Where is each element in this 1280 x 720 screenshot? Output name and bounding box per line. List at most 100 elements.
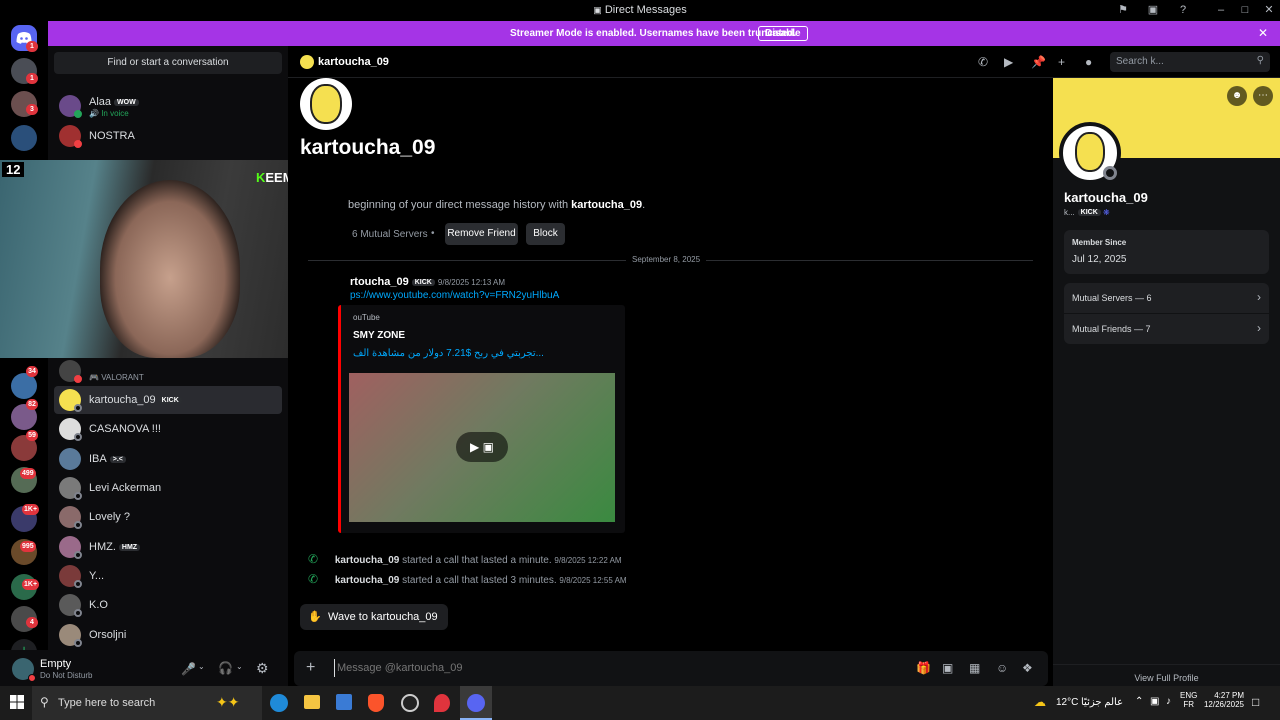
notifications-icon[interactable]: □ [1252,695,1259,709]
badge: 1K+ [22,504,40,515]
tray-chevron-icon[interactable]: ⌃ [1135,696,1143,707]
add-friend-icon[interactable]: ☻ [1227,86,1247,106]
weather-temp[interactable]: 12°C [1056,697,1078,708]
dm-sub: 🔊 In voice [89,109,129,118]
add-friends-icon[interactable]: + [1058,55,1065,69]
windows-start-icon[interactable] [10,695,24,709]
chevron-right-icon: › [1257,290,1261,304]
mutual-servers-link[interactable]: 6 Mutual Servers [352,229,428,240]
dm-item[interactable]: HMZ. HMZ [54,533,282,561]
chevron-right-icon: › [1257,321,1261,335]
network-icon[interactable]: ▣ [1150,696,1159,707]
play-icon[interactable]: ▶ ▣ [456,432,508,462]
phone-icon: ✆ [308,572,319,586]
message-author[interactable]: rtoucha_09 KICK 9/8/2025 12:13 AM [350,276,505,288]
message-input[interactable] [334,659,874,677]
dm-name: CASANOVA !!! [89,423,161,435]
title-bar: ▣ Direct Messages ⚑ ▣ ? – □ ✕ [0,0,1280,21]
more-icon[interactable]: ⋯ [1253,86,1273,106]
dm-name: kartoucha_09 KICK [89,394,182,406]
avatar-large [300,78,352,130]
help-icon[interactable]: ? [1176,4,1190,17]
search-input[interactable]: Search k... ⚲ [1110,52,1270,72]
dm-item[interactable]: Lovely ? [54,503,282,531]
profile-name: kartoucha_09 [1064,190,1148,205]
dm-name: Levi Ackerman [89,482,162,494]
inbox-icon[interactable]: ⚑ [1116,4,1130,17]
minimize-icon[interactable]: – [1214,4,1228,17]
status-dot [74,609,82,617]
sparkle-icon: ✦✦ [216,694,240,710]
status-dot [74,639,82,647]
gear-icon[interactable]: ⚙ [256,660,269,677]
find-conversation-button[interactable]: Find or start a conversation [54,52,282,74]
gift-icon[interactable]: 🎁 [916,661,931,675]
weather-text[interactable]: عالم جزئيًا [1081,697,1123,708]
disable-button[interactable]: Disable [758,26,808,41]
store-icon[interactable] [336,694,352,710]
clock[interactable]: 4:27 PM 12/26/2025 [1202,691,1244,709]
dm-item[interactable]: Levi Ackerman [54,474,282,502]
taskbar-search[interactable]: ⚲ Type here to search ✦✦ [32,686,262,720]
video-call-icon[interactable]: ▶ [1004,55,1013,69]
guild-icon[interactable] [11,125,37,151]
profile-icon[interactable]: ● [1085,55,1092,69]
edge-icon[interactable] [270,694,288,712]
language-indicator[interactable]: ENG FR [1180,691,1197,709]
add-attachment-icon[interactable]: + [306,659,315,677]
status-dot [74,110,82,118]
chevron-down-icon[interactable]: ⌄ [236,662,243,671]
video-thumbnail[interactable]: ▶ ▣ [349,373,615,522]
gif-icon[interactable]: ▣ [942,661,953,675]
dm-item[interactable]: Alaa WOW 🔊 In voice [54,92,282,120]
embed-author[interactable]: SMY ZONE [353,330,405,341]
apps-icon[interactable]: ❖ [1022,661,1033,675]
discord-taskbar-button[interactable] [460,686,492,720]
status-dot [1103,166,1117,180]
embed-title[interactable]: تجربتي في ربح $7.21 دولار من مشاهدة الف.… [353,348,544,359]
dm-name: NOSTRA [89,130,135,142]
dm-sub: 🎮 VALORANT [89,373,144,382]
member-since-label: Member Since [1072,238,1127,247]
search-icon: ⚲ [40,695,49,709]
view-full-profile-link[interactable]: View Full Profile [1053,673,1280,683]
dm-name: HMZ. HMZ [89,541,141,553]
brave-icon[interactable] [368,694,384,712]
dm-item[interactable]: 🎮 VALORANT [54,357,282,385]
youtube-link[interactable]: ps://www.youtube.com/watch?v=FRN2yuHlbuA [350,290,559,301]
headphones-icon[interactable]: 🎧 [218,661,233,675]
wave-button[interactable]: ✋ Wave to kartoucha_09 [300,604,448,630]
dm-item[interactable]: Y... [54,562,282,590]
mutual-friends-row[interactable]: Mutual Friends — 7 › [1064,314,1269,344]
dm-item[interactable]: CASANOVA !!! [54,415,282,443]
pin-icon[interactable]: 📌 [1031,55,1046,69]
user-status: Do Not Disturb [40,671,93,680]
emoji-icon[interactable]: ☺ [996,661,1008,675]
user-panel: Empty Do Not Disturb 🎤 ⌄ 🎧 ⌄ ⚙ [0,650,288,686]
weather-icon[interactable]: ☁ [1034,695,1046,709]
screen-icon[interactable]: ▣ [1146,4,1160,17]
close-window-icon[interactable]: ✕ [1262,4,1276,17]
mutual-servers-row[interactable]: Mutual Servers — 6 › [1064,283,1269,313]
maximize-icon[interactable]: □ [1238,4,1252,17]
dm-item[interactable]: NOSTRA [54,122,282,150]
mic-icon[interactable]: 🎤 [181,662,196,676]
sticker-icon[interactable]: ▦ [969,661,980,675]
close-banner-icon[interactable]: ✕ [1258,26,1268,40]
chevron-down-icon[interactable]: ⌄ [198,662,205,671]
chat-header-name: kartoucha_09 [318,56,389,68]
dm-item[interactable]: IBA >.< [54,445,282,473]
dm-item-kartoucha[interactable]: kartoucha_09 KICK [54,386,282,414]
call-row: ✆ kartoucha_09 started a call that laste… [308,572,627,586]
volume-icon[interactable]: ♪ [1166,696,1171,707]
dm-item[interactable]: K.O [54,591,282,619]
remove-friend-button[interactable]: Remove Friend [445,223,518,245]
badge: 1 [26,41,38,52]
block-button[interactable]: Block [526,223,565,245]
voice-call-icon[interactable]: ✆ [978,55,988,69]
maps-icon[interactable] [434,694,450,712]
dm-item[interactable]: Orsoljni [54,621,282,649]
user-name: Empty [40,658,72,670]
file-explorer-icon[interactable] [304,695,320,709]
obs-icon[interactable] [401,694,419,712]
